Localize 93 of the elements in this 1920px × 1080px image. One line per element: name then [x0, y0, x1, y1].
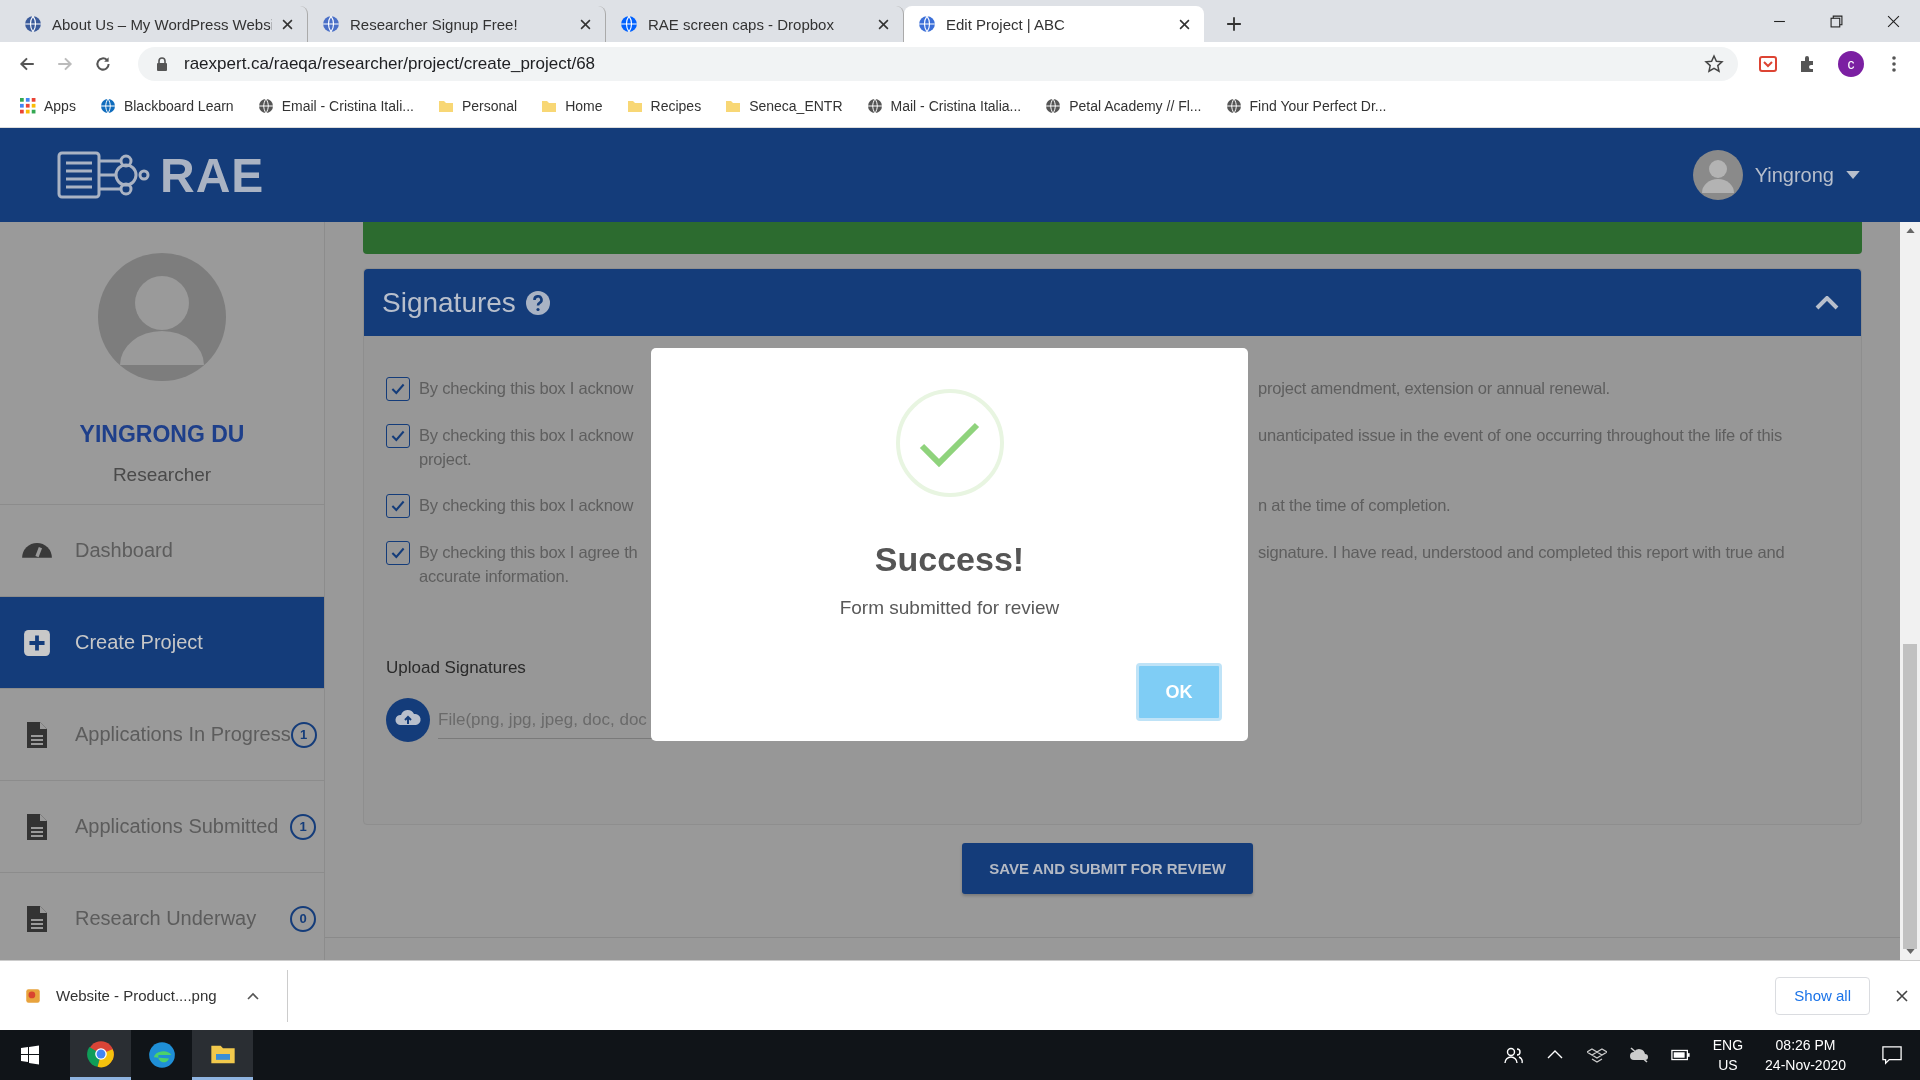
close-icon[interactable] — [1179, 18, 1190, 30]
close-icon[interactable] — [580, 18, 591, 30]
statement-text: unanticipated issue in the event of one occurring throughout the life of this — [1258, 425, 1783, 446]
gauge-icon — [22, 542, 52, 559]
image-file-icon — [24, 986, 42, 1005]
close-icon[interactable] — [282, 18, 293, 30]
sidebar-item[interactable]: Applications Submitted 1 — [0, 781, 324, 873]
globe-icon — [24, 15, 42, 33]
globe-icon — [866, 98, 883, 114]
new-tab-icon[interactable] — [1226, 16, 1242, 32]
globe-icon — [99, 98, 116, 114]
checkbox[interactable] — [386, 494, 410, 518]
statement-text: project. — [419, 449, 473, 470]
user-menu[interactable]: Yingrong — [1692, 150, 1860, 200]
clock[interactable]: 08:26 PM 24-Nov-2020 — [1765, 1035, 1846, 1075]
statement-text: project amendment, extension or annual renewal. — [1258, 378, 1611, 399]
folder-icon — [541, 98, 558, 114]
bookmark-item[interactable]: Personal — [437, 98, 518, 114]
dialog-title: Success! — [874, 540, 1025, 579]
logo-text: RAE — [160, 147, 265, 203]
bookmark-item[interactable]: Recipes — [626, 98, 702, 114]
section-header-bar[interactable]: Signatures — [364, 269, 1861, 336]
checkbox[interactable] — [386, 541, 410, 565]
globe-icon — [322, 15, 340, 33]
count-badge: 1 — [290, 813, 316, 840]
count-badge: 0 — [290, 905, 316, 932]
notification-icon[interactable] — [1882, 1045, 1902, 1065]
bookmark-item[interactable]: Email - Cristina Itali... — [257, 98, 414, 114]
sidebar-item[interactable]: Applications In Progress 1 — [0, 689, 324, 781]
bookmark-item[interactable]: Apps — [20, 98, 76, 114]
browser-icon — [147, 1041, 176, 1069]
folder-icon — [626, 98, 643, 114]
chevron-up-icon[interactable] — [1815, 295, 1839, 310]
shield-icon[interactable] — [1758, 53, 1778, 74]
restore-icon[interactable] — [1830, 14, 1843, 28]
address-field[interactable]: raexpert.ca/raeqa/researcher/project/create_project/68 — [138, 46, 1738, 81]
user-role: Researcher — [112, 464, 212, 486]
folder-icon — [725, 98, 742, 114]
people-icon[interactable] — [1502, 1045, 1523, 1065]
scrollbar-thumb[interactable] — [1903, 643, 1917, 950]
bookmark-item[interactable]: Mail - Cristina Italia... — [866, 98, 1022, 114]
taskbar-app[interactable] — [192, 1030, 253, 1080]
statement-text: n at the time of completion. — [1258, 495, 1452, 516]
close-icon[interactable] — [1887, 14, 1900, 28]
submit-button[interactable]: SAVE AND SUBMIT FOR REVIEW — [962, 843, 1253, 894]
plus-square-icon — [22, 628, 52, 657]
checkbox[interactable] — [386, 377, 410, 401]
cloud-off-icon[interactable] — [1628, 1045, 1649, 1065]
check-circle-icon — [894, 388, 1005, 498]
globe-icon — [620, 15, 638, 33]
taskbar-app[interactable] — [70, 1030, 131, 1080]
bookmark-item[interactable]: Blackboard Learn — [99, 98, 234, 114]
dialog-message: Form submitted for review — [839, 597, 1060, 619]
caret-up-icon[interactable] — [246, 991, 259, 1000]
show-all-button[interactable]: Show all — [1775, 976, 1870, 1015]
caret-icon — [1846, 170, 1860, 180]
language-indicator[interactable]: ENG US — [1712, 1035, 1744, 1075]
folder-icon — [437, 98, 454, 114]
lock-icon — [156, 56, 168, 71]
tab-title: Researcher Signup Free! — [350, 15, 519, 33]
section-title: Signatures — [382, 286, 516, 319]
star-icon[interactable] — [1704, 53, 1724, 74]
bookmark-item[interactable]: Home — [541, 98, 603, 114]
avatar-icon — [98, 253, 226, 381]
scroll-up-icon[interactable] — [1905, 228, 1915, 233]
cloud-upload-icon[interactable] — [386, 698, 430, 742]
help-icon[interactable] — [525, 290, 550, 315]
grid-icon — [20, 98, 36, 114]
browser-tab[interactable]: Edit Project | ABC — [904, 6, 1204, 42]
close-icon[interactable] — [878, 18, 889, 30]
globe-icon — [1225, 98, 1242, 114]
user-name: YINGRONG DU — [79, 421, 245, 448]
globe-icon — [918, 15, 936, 33]
tab-title: Edit Project | ABC — [946, 15, 1066, 33]
download-item[interactable]: Website - Product....png — [24, 969, 288, 1022]
windows-start-icon[interactable] — [20, 1045, 40, 1065]
profile-avatar[interactable]: c — [1838, 50, 1864, 77]
globe-icon — [257, 98, 274, 114]
sidebar-item[interactable]: Create Project — [0, 597, 324, 689]
bookmark-item[interactable]: Seneca_ENTR — [725, 98, 843, 114]
tab-title: RAE screen caps - Dropbox — [648, 15, 835, 33]
upload-label: Upload Signatures — [386, 658, 527, 678]
reload-icon[interactable] — [94, 54, 112, 73]
browser-icon — [86, 1039, 115, 1068]
close-icon[interactable] — [1896, 989, 1908, 1002]
bookmark-item[interactable]: Petal Academy // Fl... — [1045, 98, 1202, 114]
count-badge: 1 — [290, 721, 317, 748]
scrollbar[interactable] — [1900, 222, 1920, 960]
avatar-icon — [1692, 150, 1743, 200]
statement-text: accurate information. — [419, 566, 570, 587]
globe-icon — [1045, 98, 1062, 114]
bookmark-item[interactable]: Find Your Perfect Dr... — [1225, 98, 1387, 114]
checkbox[interactable] — [386, 424, 410, 448]
